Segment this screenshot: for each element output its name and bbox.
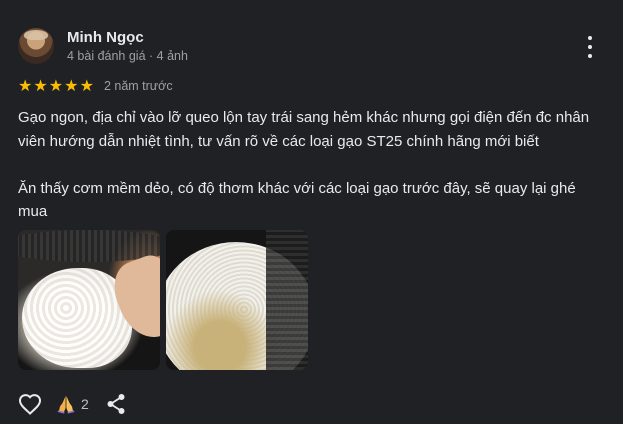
review-text: Gạo ngon, địa chỉ vào lỡ queo lộn tay tr… bbox=[18, 106, 608, 224]
reviewer-stats: 4 bài đánh giá · 4 ảnh bbox=[67, 49, 188, 63]
rating-row: ★ ★ ★ ★ ★ 2 năm trước bbox=[18, 77, 173, 95]
star-icon: ★ bbox=[18, 76, 33, 95]
review-header: Minh Ngọc 4 bài đánh giá · 4 ảnh bbox=[18, 28, 188, 65]
review-paragraph: Gạo ngon, địa chỉ vào lỡ queo lộn tay tr… bbox=[18, 109, 590, 150]
heart-outline-icon[interactable] bbox=[18, 393, 42, 415]
reviewer-name[interactable]: Minh Ngọc bbox=[67, 29, 188, 47]
review-photo[interactable] bbox=[166, 230, 308, 370]
star-icon: ★ bbox=[33, 76, 48, 95]
review-paragraph: Ăn thấy cơm mềm dẻo, có độ thơm khác với… bbox=[18, 179, 576, 221]
star-icon: ★ bbox=[48, 76, 64, 95]
reaction-button[interactable]: 2 bbox=[56, 394, 89, 414]
share-icon[interactable] bbox=[106, 393, 126, 415]
reaction-count: 2 bbox=[81, 396, 89, 412]
avatar[interactable] bbox=[18, 28, 54, 64]
folded-hands-icon bbox=[57, 396, 75, 414]
review-photo[interactable] bbox=[18, 230, 160, 370]
star-icon: ★ bbox=[64, 76, 79, 95]
review-actions: 2 bbox=[18, 393, 126, 415]
star-rating: ★ ★ ★ ★ ★ bbox=[18, 77, 95, 95]
star-icon: ★ bbox=[79, 76, 94, 95]
reviewer-meta: Minh Ngọc 4 bài đánh giá · 4 ảnh bbox=[67, 29, 188, 65]
more-options-button[interactable] bbox=[580, 36, 600, 58]
review-card: Minh Ngọc 4 bài đánh giá · 4 ảnh ★ ★ ★ ★… bbox=[0, 0, 623, 424]
review-date: 2 năm trước bbox=[103, 79, 173, 93]
more-vert-icon bbox=[588, 36, 592, 40]
